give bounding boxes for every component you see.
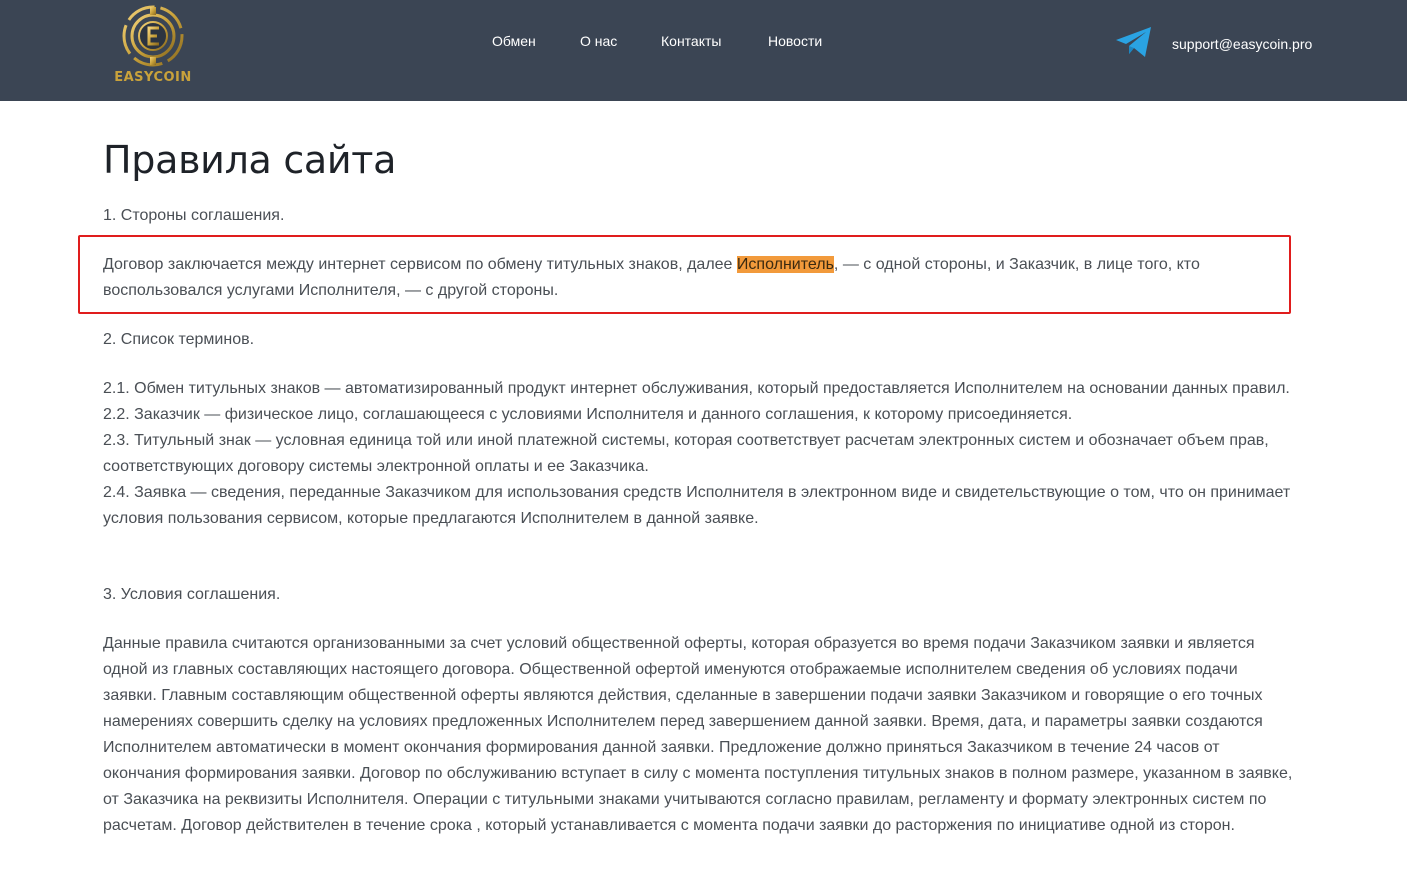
term-item: 2.1. Обмен титульных знаков — автоматизи… [103, 380, 1290, 397]
term-item: 2.2. Заказчик — физическое лицо, соглаша… [103, 406, 1073, 423]
section1-text-before: Договор заключается между интернет серви… [103, 256, 737, 273]
logo-text: EASYCOIN [114, 70, 192, 85]
section3-heading: 3. Условия соглашения. [103, 586, 281, 603]
terms-list: 2.1. Обмен титульных знаков — автоматизи… [103, 376, 1293, 532]
nav-contacts[interactable]: Контакты [661, 33, 721, 49]
coin-logo-icon [122, 5, 184, 67]
easycoin-logo[interactable]: EASYCOIN [104, 4, 202, 86]
nav-exchange[interactable]: Обмен [492, 33, 536, 49]
term-item: 2.3. Титульный знак — условная единица т… [103, 432, 1269, 475]
section1-text: Договор заключается между интернет серви… [103, 252, 1293, 304]
site-header: EASYCOIN Обмен О нас Контакты Новости su… [0, 0, 1407, 101]
page-title: Правила сайта [103, 138, 397, 182]
support-email-link[interactable]: support@easycoin.pro [1172, 36, 1312, 52]
term-item: 2.4. Заявка — сведения, переданные Заказ… [103, 484, 1291, 527]
section2-heading: 2. Список терминов. [103, 331, 255, 348]
section1-heading: 1. Стороны соглашения. [103, 207, 285, 224]
page-content: Правила сайта [103, 137, 1293, 183]
section3-text: Данные правила считаются организованными… [103, 635, 1293, 834]
highlighted-term: Исполнитель [736, 256, 834, 273]
telegram-icon[interactable] [1115, 26, 1153, 58]
nav-news[interactable]: Новости [768, 33, 822, 49]
nav-about[interactable]: О нас [580, 33, 617, 49]
